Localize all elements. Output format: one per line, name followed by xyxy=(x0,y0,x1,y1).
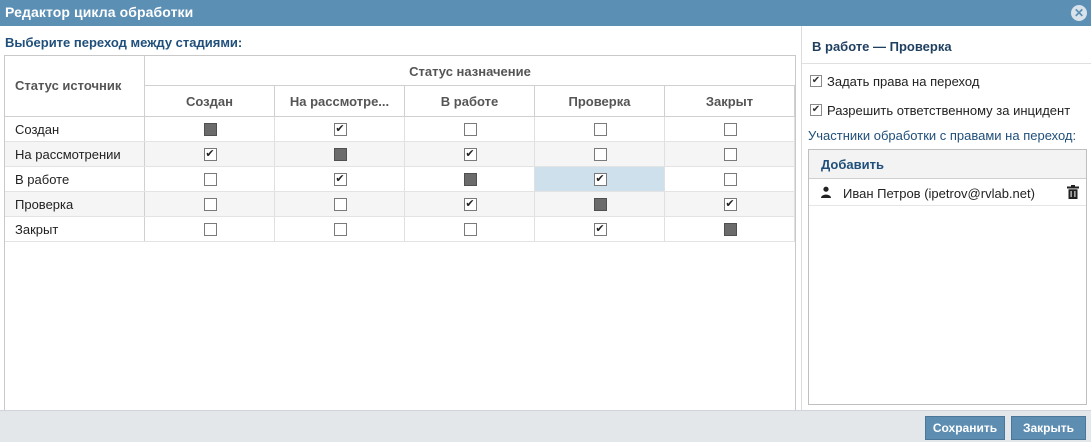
column-header: Проверка xyxy=(535,86,665,117)
matrix-cell[interactable]: ✔ xyxy=(405,192,535,216)
transition-matrix: Статус источник Статус назначение Создан… xyxy=(4,55,796,435)
matrix-row: Создан ✔ xyxy=(5,117,795,142)
matrix-row: В работе ✔ ✔ xyxy=(5,167,795,192)
transition-checkbox[interactable] xyxy=(723,123,737,136)
participant-name: Иван Петров (ipetrov@rvlab.net) xyxy=(843,186,1035,201)
trash-icon[interactable] xyxy=(1067,185,1079,199)
participants-list: Добавить Иван Петров (ipetrov@rvlab.net) xyxy=(808,149,1087,405)
matrix-cell[interactable]: ✔ xyxy=(665,192,795,216)
matrix-cell[interactable] xyxy=(665,167,795,191)
matrix-cell[interactable] xyxy=(275,217,405,241)
column-header: Создан xyxy=(145,86,275,117)
transition-checkbox[interactable] xyxy=(333,223,347,236)
transition-checkbox[interactable] xyxy=(463,123,477,136)
matrix-cell[interactable] xyxy=(535,117,665,141)
add-participant-button[interactable]: Добавить xyxy=(809,150,1086,179)
transition-checkbox[interactable]: ✔ xyxy=(593,173,607,186)
target-status-header: Статус назначение xyxy=(145,56,795,86)
allow-responsible-checkbox[interactable]: ✔ xyxy=(810,104,822,116)
transition-title: В работе — Проверка xyxy=(812,39,952,54)
disabled-marker xyxy=(593,198,607,211)
transition-checkbox[interactable] xyxy=(593,123,607,136)
section-label: Выберите переход между стадиями: xyxy=(5,35,243,50)
transition-checkbox[interactable]: ✔ xyxy=(463,198,477,211)
row-label: На рассмотрении xyxy=(5,142,145,166)
transition-checkbox[interactable]: ✔ xyxy=(203,148,217,161)
save-button[interactable]: Сохранить xyxy=(925,416,1005,440)
row-label: Проверка xyxy=(5,192,145,216)
set-rights-label: Задать права на переход xyxy=(827,74,980,89)
row-label: Закрыт xyxy=(5,217,145,241)
disabled-marker xyxy=(333,148,347,161)
person-icon xyxy=(821,186,831,198)
dialog-footer: Сохранить Закрыть xyxy=(0,410,1091,442)
matrix-cell[interactable]: ✔ xyxy=(535,217,665,241)
transition-checkbox[interactable]: ✔ xyxy=(333,123,347,136)
transition-checkbox[interactable] xyxy=(203,198,217,211)
matrix-cell[interactable]: ✔ xyxy=(145,142,275,166)
transition-checkbox[interactable] xyxy=(203,173,217,186)
matrix-cell xyxy=(535,192,665,216)
window-titlebar: Редактор цикла обработки ✕ xyxy=(0,0,1091,26)
close-icon[interactable]: ✕ xyxy=(1071,5,1087,21)
transition-checkbox[interactable]: ✔ xyxy=(723,198,737,211)
matrix-row: Закрыт ✔ xyxy=(5,217,795,242)
source-status-header: Статус источник xyxy=(5,56,145,117)
divider xyxy=(802,63,1091,64)
matrix-cell[interactable] xyxy=(275,192,405,216)
matrix-cell[interactable]: ✔ xyxy=(275,117,405,141)
transition-checkbox[interactable] xyxy=(723,173,737,186)
transition-checkbox[interactable] xyxy=(333,198,347,211)
matrix-cell[interactable]: ✔ xyxy=(405,142,535,166)
matrix-row: Проверка ✔ ✔ xyxy=(5,192,795,217)
matrix-cell xyxy=(665,217,795,241)
matrix-cell xyxy=(275,142,405,166)
matrix-cell[interactable] xyxy=(145,217,275,241)
transition-checkbox[interactable] xyxy=(203,223,217,236)
close-button[interactable]: Закрыть xyxy=(1011,416,1086,440)
participants-label: Участники обработки с правами на переход… xyxy=(808,128,1077,143)
disabled-marker xyxy=(463,173,477,186)
matrix-cell[interactable] xyxy=(535,142,665,166)
matrix-cell xyxy=(405,167,535,191)
matrix-cell[interactable] xyxy=(405,117,535,141)
transition-details-panel: В работе — Проверка ✔ Задать права на пе… xyxy=(801,26,1091,410)
row-label: В работе xyxy=(5,167,145,191)
matrix-cell[interactable] xyxy=(665,117,795,141)
window-title: Редактор цикла обработки xyxy=(5,4,194,20)
disabled-marker xyxy=(203,123,217,136)
transition-checkbox[interactable] xyxy=(463,223,477,236)
matrix-cell[interactable] xyxy=(665,142,795,166)
row-label: Создан xyxy=(5,117,145,141)
transition-checkbox[interactable] xyxy=(723,148,737,161)
matrix-cell[interactable]: ✔ xyxy=(275,167,405,191)
transition-panel: Выберите переход между стадиями: Статус … xyxy=(0,26,800,435)
matrix-cell[interactable] xyxy=(145,192,275,216)
participant-item[interactable]: Иван Петров (ipetrov@rvlab.net) xyxy=(809,180,1086,206)
transition-checkbox[interactable]: ✔ xyxy=(333,173,347,186)
set-rights-checkbox[interactable]: ✔ xyxy=(810,75,822,87)
matrix-cell[interactable]: ✔ xyxy=(535,167,665,191)
matrix-cell[interactable] xyxy=(145,167,275,191)
column-header: В работе xyxy=(405,86,535,117)
transition-checkbox[interactable]: ✔ xyxy=(593,223,607,236)
matrix-cell xyxy=(145,117,275,141)
disabled-marker xyxy=(723,223,737,236)
allow-responsible-label: Разрешить ответственному за инцидент xyxy=(827,103,1071,118)
column-header: Закрыт xyxy=(665,86,795,117)
matrix-row: На рассмотрении ✔ ✔ xyxy=(5,142,795,167)
transition-checkbox[interactable]: ✔ xyxy=(463,148,477,161)
column-header: На рассмотре... xyxy=(275,86,405,117)
matrix-cell[interactable] xyxy=(405,217,535,241)
transition-checkbox[interactable] xyxy=(593,148,607,161)
